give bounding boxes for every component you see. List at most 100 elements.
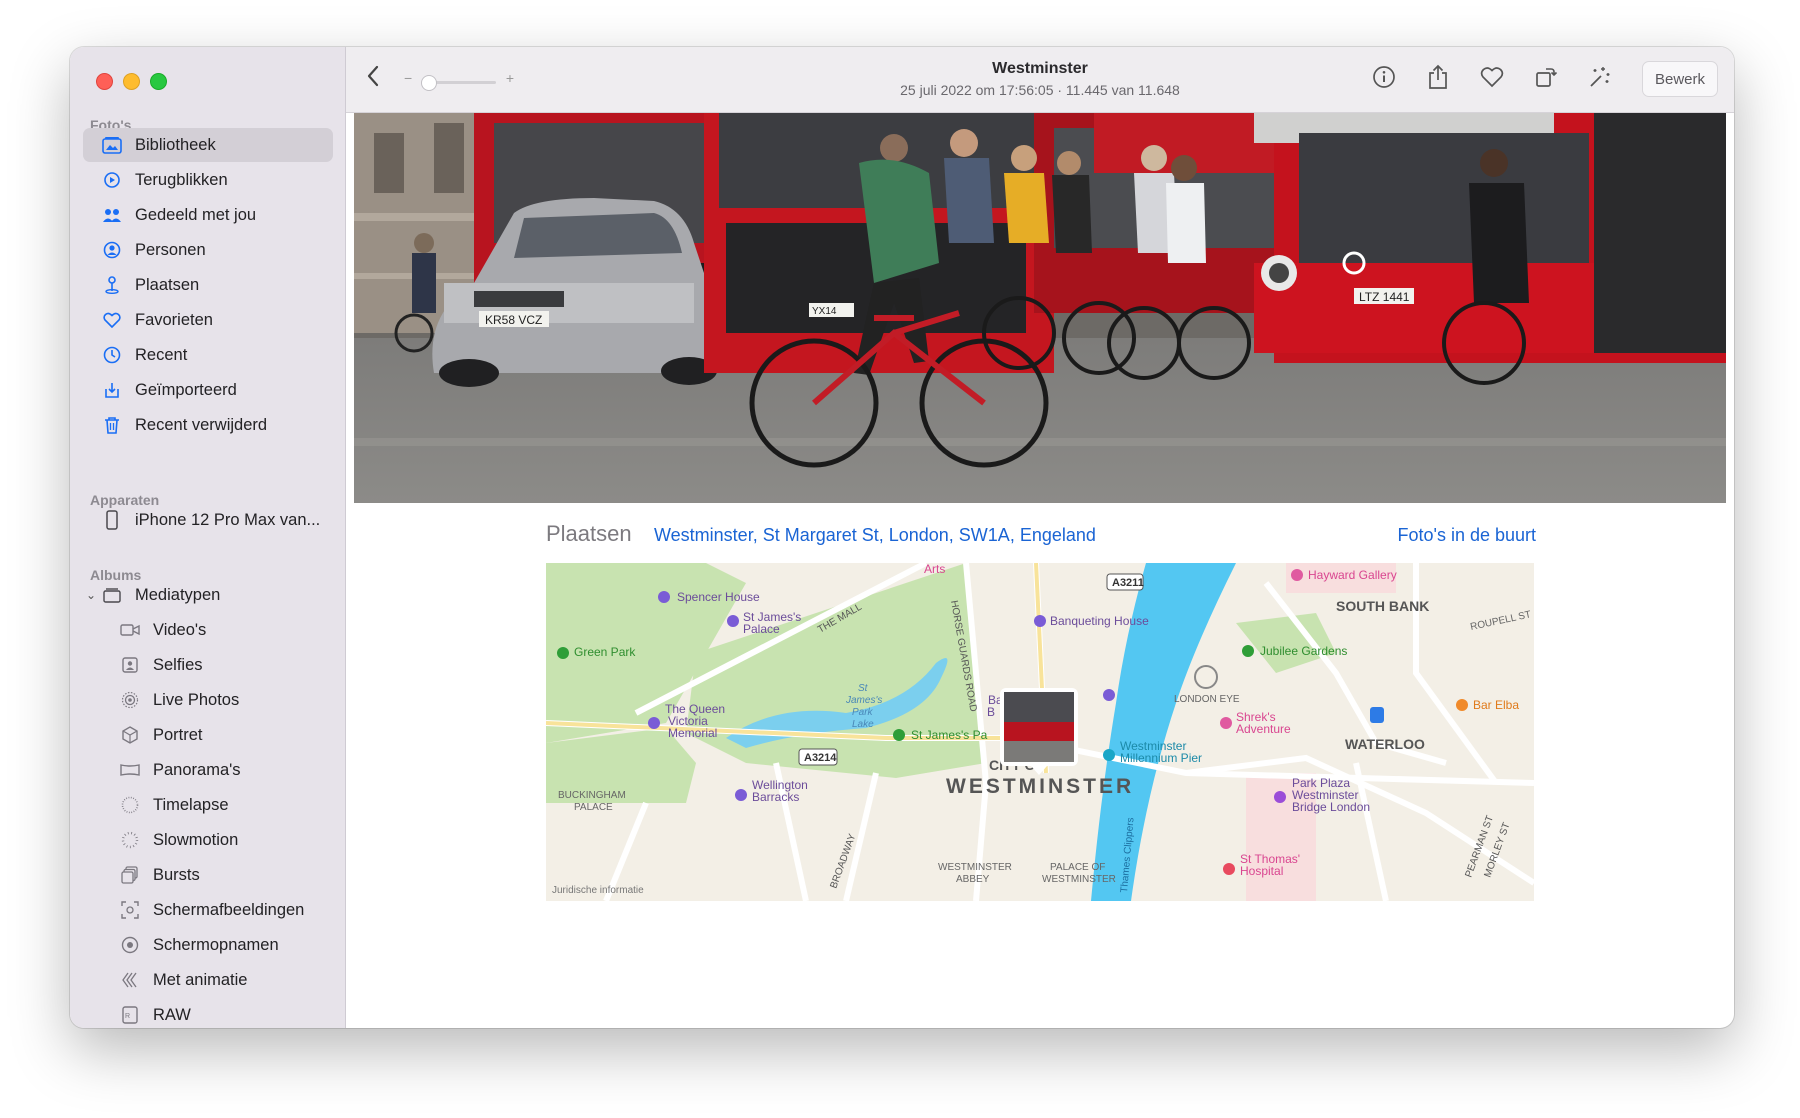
map-photo-thumbnail-road [1004, 741, 1074, 762]
zoom-button[interactable] [150, 73, 167, 90]
auto-enhance-icon[interactable] [1586, 63, 1614, 91]
sidebar-item-library[interactable]: Bibliotheek [83, 128, 333, 162]
rotate-icon[interactable] [1532, 63, 1560, 91]
poi-banqueting[interactable] [1034, 615, 1046, 627]
sidebar-item-slowmotion[interactable]: Slowmotion [83, 823, 333, 857]
places-heading: Plaatsen [546, 521, 632, 546]
map-label-b: B [987, 705, 995, 719]
sidebar-item-animated[interactable]: Met animatie [83, 963, 333, 997]
poi-battle[interactable] [1103, 689, 1115, 701]
nearby-photos-link[interactable]: Foto's in de buurt [1397, 525, 1536, 546]
sidebar-item-raw[interactable]: R RAW [83, 998, 333, 1028]
sidebar-item-memories[interactable]: Terugblikken [83, 163, 333, 197]
sidebar-item-label: Favorieten [135, 310, 213, 329]
poi-st-thomas[interactable] [1223, 863, 1235, 875]
sidebar-item-label: Live Photos [153, 690, 240, 709]
library-icon [101, 134, 123, 156]
sidebar-item-people[interactable]: Personen [83, 233, 333, 267]
map-label-banqueting: Banqueting House [1050, 614, 1149, 628]
map-label-arts: Arts [924, 563, 945, 576]
video-icon [119, 619, 141, 641]
sidebar-item-timelapse[interactable]: Timelapse [83, 788, 333, 822]
edit-button[interactable]: Bewerk [1641, 61, 1718, 97]
sidebar-item-videos[interactable]: Video's [83, 613, 333, 647]
map-label-park-lake-2: James's [845, 695, 882, 706]
bus-plate: LTZ 1441 [1359, 290, 1410, 304]
sidebar-item-label: Bibliotheek [135, 135, 216, 154]
sidebar-item-live-photos[interactable]: Live Photos [83, 683, 333, 717]
sidebar-item-places[interactable]: Plaatsen [83, 268, 333, 302]
poi-stjames-palace[interactable] [727, 615, 739, 627]
poi-spencer[interactable] [658, 591, 670, 603]
poi-hayward[interactable] [1291, 569, 1303, 581]
map-legal-link[interactable]: Juridische informatie [552, 885, 644, 896]
map-canvas: Spencer House St James's Palace Banqueti… [546, 563, 1534, 901]
sidebar-item-label: Portret [153, 725, 203, 744]
memories-icon [101, 169, 123, 191]
sidebar-item-shared[interactable]: Gedeeld met jou [83, 198, 333, 232]
map-label-westminster-pier-2: Millennium Pier [1120, 751, 1202, 765]
live-photo-icon [119, 689, 141, 711]
road-shield-a3211-label: A3211 [1112, 577, 1144, 589]
screenshot-icon [119, 899, 141, 921]
sidebar-item-label: Mediatypen [135, 585, 221, 604]
road-shield-a3214-label: A3214 [804, 752, 837, 764]
map-label-westminster: WESTMINSTER [946, 775, 1134, 798]
clock-icon [101, 344, 123, 366]
poi-bar-elba[interactable] [1456, 699, 1468, 711]
sidebar-item-label: Recent [135, 345, 188, 364]
sidebar-item-imported[interactable]: Geïmporteerd [83, 373, 333, 407]
map-label-wellington-2: Barracks [752, 790, 799, 804]
poi-green-park[interactable] [557, 647, 569, 659]
close-button[interactable] [96, 73, 113, 90]
poi-waterloo-station[interactable] [1370, 707, 1384, 723]
poi-shrek[interactable] [1220, 717, 1232, 729]
map-label-park-lake-4: Lake [852, 719, 874, 730]
poi-westminster-pier[interactable] [1103, 749, 1115, 761]
sidebar-item-recently-deleted[interactable]: Recent verwijderd [83, 408, 333, 442]
poi-jubilee[interactable] [1242, 645, 1254, 657]
animated-icon [119, 969, 141, 991]
sidebar-item-panoramas[interactable]: Panorama's [83, 753, 333, 787]
minimize-button[interactable] [123, 73, 140, 90]
timelapse-icon [119, 794, 141, 816]
poi-park-plaza[interactable] [1274, 791, 1286, 803]
bursts-icon [119, 864, 141, 886]
window-controls [96, 73, 167, 90]
favorite-heart-icon[interactable] [1478, 63, 1506, 91]
iphone-icon [101, 509, 123, 531]
map-label-stjames-palace-2: Palace [743, 622, 780, 636]
sidebar-item-label: Bursts [153, 865, 200, 884]
shared-icon [101, 204, 123, 226]
share-icon[interactable] [1424, 63, 1452, 91]
places-header: Plaatsen Westminster, St Margaret St, Lo… [546, 521, 1536, 553]
sidebar-item-screen-recordings[interactable]: Schermopnamen [83, 928, 333, 962]
map-label-park-plaza-3: Bridge London [1292, 800, 1370, 814]
info-icon[interactable] [1370, 63, 1398, 91]
sidebar-item-mediatypes[interactable]: ⌄ Mediatypen [83, 578, 333, 612]
sidebar-item-label: RAW [153, 1005, 191, 1024]
map-label-green-park: Green Park [574, 645, 636, 659]
raw-icon: R [119, 1004, 141, 1026]
location-map[interactable]: Spencer House St James's Palace Banqueti… [546, 563, 1534, 901]
sidebar-item-screenshots[interactable]: Schermafbeeldingen [83, 893, 333, 927]
chevron-down-icon[interactable]: ⌄ [86, 588, 96, 602]
sidebar-item-device[interactable]: iPhone 12 Pro Max van... [83, 503, 333, 537]
map-label-buckingham: BUCKINGHAM [558, 790, 626, 801]
selfie-icon [119, 654, 141, 676]
sidebar-item-recent[interactable]: Recent [83, 338, 333, 372]
places-icon [101, 274, 123, 296]
heart-icon [101, 309, 123, 331]
photo-viewer[interactable]: KR58 VCZ YX14 LTZ 1441 [354, 113, 1726, 503]
poi-stjames-park[interactable] [893, 729, 905, 741]
poi-wellington[interactable] [735, 789, 747, 801]
car-plate: KR58 VCZ [485, 313, 542, 327]
sidebar-item-selfies[interactable]: Selfies [83, 648, 333, 682]
sidebar-item-portrait[interactable]: Portret [83, 718, 333, 752]
sidebar-item-favorites[interactable]: Favorieten [83, 303, 333, 337]
screen-recording-icon [119, 934, 141, 956]
poi-queen-victoria[interactable] [648, 717, 660, 729]
places-address-link[interactable]: Westminster, St Margaret St, London, SW1… [654, 525, 1096, 546]
stack-icon [101, 584, 123, 606]
sidebar-item-bursts[interactable]: Bursts [83, 858, 333, 892]
